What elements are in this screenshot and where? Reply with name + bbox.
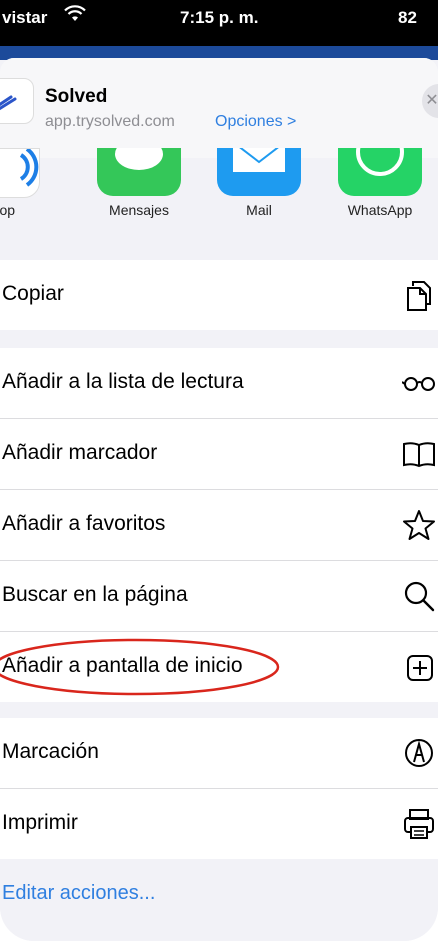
close-button[interactable]: ✕ (422, 84, 438, 118)
actions-group-1: Copiar (0, 260, 438, 330)
share-sheet: Solved app.trysolved.com Opciones > ✕ ir… (0, 58, 438, 941)
book-icon (402, 437, 436, 471)
options-link[interactable]: Opciones > (215, 113, 296, 131)
action-add-to-home-screen[interactable]: Añadir a pantalla de inicio (0, 632, 438, 702)
action-markup[interactable]: Marcación (0, 718, 438, 789)
background-page-strip (0, 34, 438, 46)
markup-icon (402, 736, 436, 770)
actions-group-3: Marcación Imprimir (0, 718, 438, 859)
add-square-icon (402, 650, 436, 684)
phone-screen: vistar 7:15 p. m. 82 Solved app.trysolve… (0, 0, 438, 941)
site-favicon (0, 78, 34, 124)
messages-icon (97, 138, 181, 196)
action-print[interactable]: Imprimir (0, 789, 438, 859)
status-bar: vistar 7:15 p. m. 82 (0, 0, 438, 34)
action-label: Añadir marcador (2, 441, 158, 464)
copy-icon (402, 278, 436, 312)
action-add-bookmark[interactable]: Añadir marcador (0, 419, 438, 490)
action-label: Copiar (2, 282, 64, 305)
mail-icon (217, 141, 301, 196)
action-reading-list[interactable]: Añadir a la lista de lectura (0, 348, 438, 419)
star-icon (402, 508, 436, 542)
action-label: Marcación (2, 740, 99, 763)
carrier-label: vistar (2, 8, 48, 27)
action-label: Añadir a favoritos (2, 512, 166, 535)
action-add-favorites[interactable]: Añadir a favoritos (0, 490, 438, 561)
action-label: Buscar en la página (2, 583, 188, 606)
site-url: app.trysolved.com (45, 113, 175, 130)
airdrop-icon (0, 147, 40, 198)
share-target-label: irDrop (0, 202, 16, 218)
share-targets-row: irDrop Mensajes Mail WhatsApp (0, 128, 438, 258)
highlight-ellipse (0, 638, 280, 696)
clock: 7:15 p. m. (180, 8, 259, 27)
wifi-icon (64, 5, 86, 28)
glasses-icon (401, 366, 436, 400)
actions-group-2: Añadir a la lista de lectura Añadir marc… (0, 348, 438, 702)
edit-actions-link[interactable]: Editar acciones... (2, 882, 155, 905)
action-find-on-page[interactable]: Buscar en la página (0, 561, 438, 632)
whatsapp-icon (338, 128, 422, 196)
action-copy[interactable]: Copiar (0, 260, 438, 330)
share-header: Solved app.trysolved.com Opciones > ✕ (0, 58, 438, 158)
action-label: Añadir a la lista de lectura (2, 370, 244, 393)
battery-level: 82 (398, 8, 417, 27)
share-target-label: Mensajes (109, 202, 169, 218)
site-title: Solved (45, 86, 108, 107)
printer-icon (402, 807, 436, 841)
search-icon (402, 579, 436, 613)
share-target-label: Mail (246, 202, 272, 218)
action-label: Imprimir (2, 811, 78, 834)
share-target-label: WhatsApp (347, 202, 413, 218)
